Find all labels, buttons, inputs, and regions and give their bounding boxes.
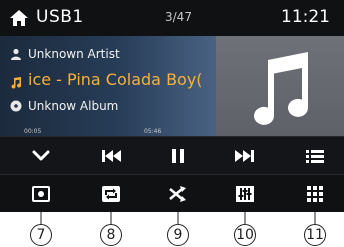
playlist-icon[interactable] [304,146,326,166]
pause-icon[interactable] [167,146,189,166]
chevron-down-icon[interactable] [30,146,52,166]
person-icon [10,48,22,60]
repeat-icon[interactable] [100,184,122,204]
media-player-screen: USB1 3/47 11:21 Unknown Artist ice - Pin… [0,0,344,212]
shuffle-icon[interactable] [167,184,189,204]
elapsed-time: 00:05 [24,128,42,135]
previous-track-icon[interactable] [100,146,122,166]
artist-name: Unknown Artist [28,47,120,61]
source-title: USB1 [36,7,84,27]
callout-9: 9 [173,227,183,243]
home-icon[interactable] [8,7,30,29]
total-time: 05:46 [144,128,162,135]
song-title: ice - Pina Colada Boy( [28,70,203,89]
grid-menu-icon[interactable] [304,184,326,204]
track-info-panel: Unknown Artist ice - Pina Colada Boy( Un… [0,36,216,136]
equalizer-icon[interactable] [234,184,256,204]
album-name: Unknow Album [28,99,119,113]
clock: 11:21 [281,7,330,27]
album-art [216,36,344,136]
playback-controls [0,136,344,175]
track-position: 3/47 [165,10,192,24]
function-bar [0,174,344,212]
top-bar: USB1 3/47 11:21 [0,0,344,36]
callout-7: 7 [36,227,46,243]
music-note-art-icon [254,52,308,125]
disc-icon [10,100,22,112]
function-7-icon[interactable] [30,184,52,204]
callout-8: 8 [106,227,116,243]
callout-10: 10 [236,227,254,243]
music-note-icon [10,74,22,89]
next-track-icon[interactable] [234,146,256,166]
callout-11: 11 [306,227,324,243]
